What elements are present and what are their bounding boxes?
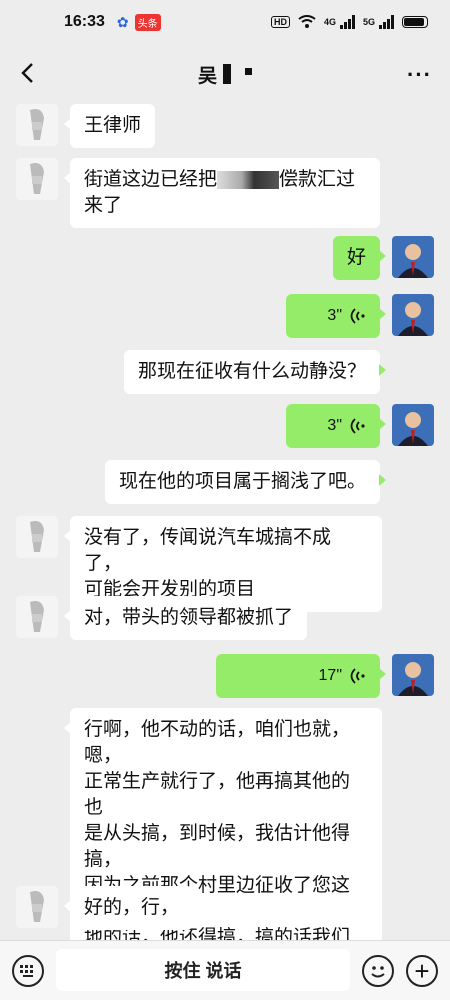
keyboard-icon [20, 965, 33, 977]
plus-button[interactable]: + [406, 955, 438, 987]
toutiao-badge: 头条 [134, 13, 161, 31]
emoji-button[interactable] [362, 955, 394, 987]
message-bubble[interactable]: 对，带头的领导都被抓了 [63, 596, 308, 640]
message-text: 来了 [84, 195, 123, 216]
chat-header: 吴 ··· [0, 44, 450, 104]
voice-message[interactable]: 3" [286, 404, 386, 448]
voice-message[interactable]: 17" [216, 654, 386, 698]
network-label-1: 4G [323, 17, 336, 27]
contact-avatar[interactable] [16, 158, 58, 200]
my-avatar[interactable] [392, 654, 434, 696]
wifi-icon [298, 15, 316, 28]
input-bar: 按住 说话 + [0, 940, 450, 1000]
chat-title: 吴 [198, 61, 252, 88]
redaction-block [245, 67, 252, 75]
voice-duration: 17" [318, 667, 342, 684]
keyboard-toggle-button[interactable] [12, 955, 44, 987]
voice-message[interactable]: 3" [286, 294, 386, 338]
message-bubble[interactable]: 现在他的项目属于搁浅了吧。 [104, 460, 387, 504]
battery-icon [402, 16, 428, 28]
hold-to-talk-button[interactable]: 按住 说话 [56, 949, 350, 991]
message-bubble[interactable]: 好 [332, 236, 387, 280]
my-avatar[interactable] [392, 236, 434, 278]
status-bar: 16:33 ✿ 头条 HD 4G 5G [0, 0, 450, 44]
signal-icon-2 [379, 15, 394, 29]
voice-duration: 3" [327, 417, 342, 434]
redaction-block [223, 64, 231, 84]
voice-duration: 3" [327, 307, 342, 324]
message-bubble[interactable]: 街道这边已经把 偿款汇过 来了 [64, 158, 380, 228]
message-bubble[interactable]: 王律师 [63, 104, 156, 148]
chevron-left-icon [21, 63, 33, 83]
message-text: 街道这边已经把 [84, 169, 218, 190]
contact-avatar[interactable] [16, 886, 58, 928]
message-bubble[interactable]: 那现在征收有什么动静没？ [123, 350, 387, 394]
smiley-icon [371, 966, 385, 978]
voice-wave-icon [350, 668, 365, 684]
hd-icon: HD [270, 16, 290, 28]
contact-avatar[interactable] [16, 596, 58, 638]
chat-messages[interactable]: 王律师 街道这边已经把 偿款汇过 来了 好 3" 那现在征收有什么动静没？ 3"… [0, 104, 450, 940]
signal-icon-1 [339, 15, 355, 29]
status-time: 16:33 [64, 13, 105, 30]
message-text: 偿款汇过 [279, 169, 356, 190]
back-button[interactable] [12, 58, 42, 88]
more-options-button[interactable]: ··· [407, 62, 432, 88]
network-label-2: 5G [362, 17, 375, 27]
my-avatar[interactable] [392, 404, 434, 446]
voice-wave-icon [350, 308, 365, 324]
redaction-block [217, 170, 280, 189]
baidu-paw-icon: ✿ [116, 13, 129, 30]
contact-avatar[interactable] [16, 516, 58, 558]
contact-avatar[interactable] [16, 104, 58, 146]
voice-wave-icon [350, 418, 365, 434]
message-bubble[interactable]: 好的，行， [63, 886, 194, 930]
my-avatar[interactable] [392, 294, 434, 336]
contact-name: 吴 [197, 65, 217, 87]
